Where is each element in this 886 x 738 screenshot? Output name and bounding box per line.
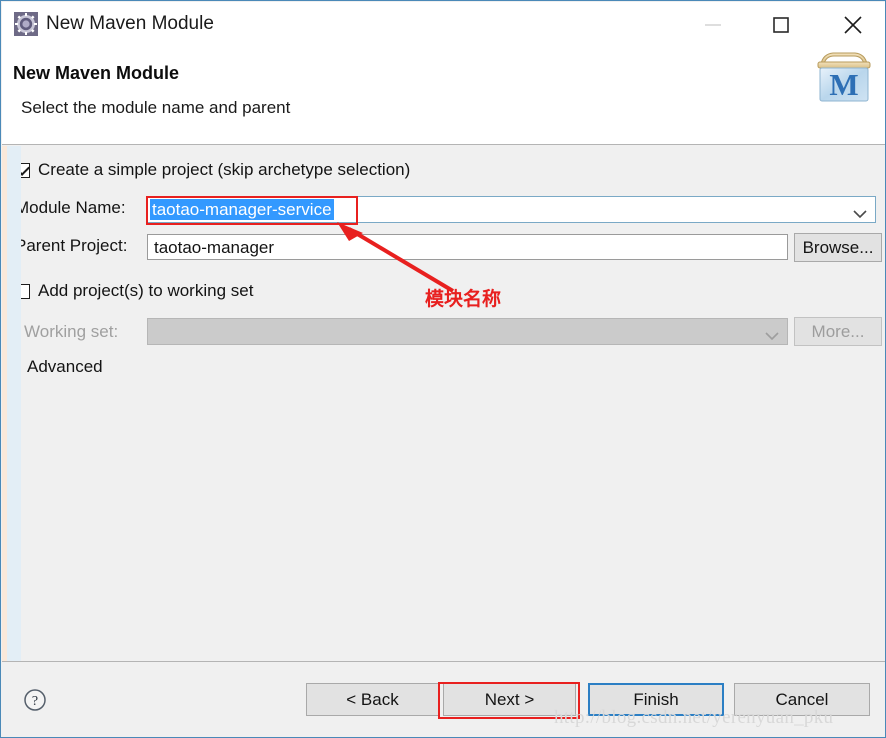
window-title: New Maven Module [46,13,214,34]
advanced-label: Advanced [27,357,103,376]
finish-button[interactable]: Finish [588,683,724,716]
module-name-combo[interactable]: taotao-manager-service [147,196,876,223]
wizard-header: New Maven Module Select the module name … [2,46,885,145]
next-button[interactable]: Next > [443,683,576,716]
svg-text:M: M [829,67,858,102]
title-bar: New Maven Module [2,2,885,46]
module-name-label: Module Name: [15,198,126,217]
minimize-button[interactable] [682,3,744,46]
module-name-annotation: 模块名称 [425,289,502,310]
working-set-label: Working set: [24,322,119,341]
maximize-icon [773,16,789,33]
page-title: New Maven Module [13,63,180,83]
close-icon [844,15,862,34]
button-bar: ? < Back Next > Finish Cancel [2,662,885,737]
module-name-input[interactable]: taotao-manager-service [150,199,334,220]
parent-project-label: Parent Project: [15,236,128,255]
close-button[interactable] [822,3,884,46]
more-button: More... [794,317,882,346]
header-divider [2,144,885,145]
maven-box-logo: M [811,48,877,104]
simple-project-label: Create a simple project (skip archetype … [38,160,411,179]
parent-project-input[interactable]: taotao-manager [147,234,788,260]
back-button[interactable]: < Back [306,683,439,716]
parent-project-value: taotao-manager [154,238,275,257]
help-question-icon[interactable]: ? [23,688,47,717]
page-subtitle: Select the module name and parent [21,98,291,117]
chevron-down-icon [765,328,779,346]
maximize-button[interactable] [750,3,812,46]
left-blue-strip [7,146,21,661]
maven-wizard-icon [14,12,38,36]
working-set-combo [147,318,788,345]
svg-text:?: ? [32,694,38,709]
cancel-button[interactable]: Cancel [734,683,870,716]
new-maven-module-dialog: New Maven Module New Maven Module Select… [0,0,886,738]
browse-button[interactable]: Browse... [794,233,882,262]
wizard-body: Create a simple project (skip archetype … [2,146,885,661]
chevron-down-icon[interactable] [853,206,867,224]
minimize-icon [705,23,721,26]
add-working-set-label: Add project(s) to working set [38,281,254,300]
